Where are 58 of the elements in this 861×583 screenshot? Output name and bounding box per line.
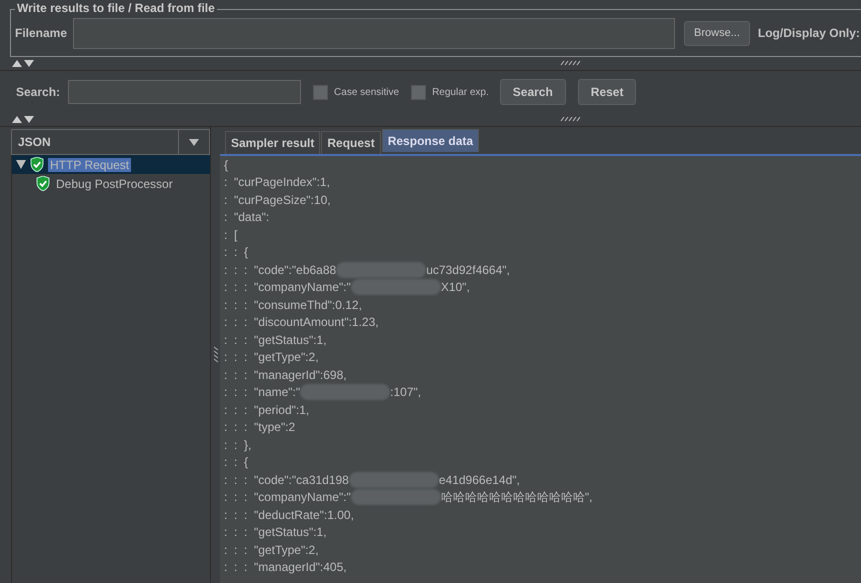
- browse-button[interactable]: Browse...: [684, 20, 750, 46]
- json-line: 哈哈哈哈哈哈哈哈哈哈哈哈",: [440, 488, 592, 506]
- json-line: : : : "name":": [224, 385, 300, 400]
- filename-label: Filename: [15, 26, 68, 40]
- json-line: : : : "getStatus":1,: [224, 332, 327, 347]
- checkbox[interactable]: [313, 84, 328, 100]
- json-line: : : : "companyName":": [224, 280, 351, 294]
- search-button[interactable]: Search: [500, 79, 566, 105]
- json-line: X10",: [440, 280, 470, 294]
- json-line: : : {: [224, 455, 248, 470]
- search-label: Search:: [16, 85, 60, 99]
- json-line: : : : "discountAmount":1.23,: [224, 315, 379, 330]
- splitter-grip-icon[interactable]: [560, 60, 580, 66]
- collapse-arrows-icon[interactable]: [12, 60, 36, 67]
- checkbox-label: Case sensitive: [334, 86, 400, 98]
- json-line: :107",: [390, 385, 422, 400]
- log-display-label: Log/Display Only:: [758, 26, 860, 40]
- shield-check-icon: [36, 176, 50, 191]
- tree-row[interactable]: HTTP Request: [12, 155, 210, 174]
- checkbox-label: Regular exp.: [432, 86, 489, 98]
- json-line: : : : "deductRate":1.00,: [224, 508, 354, 522]
- tree-row[interactable]: Debug PostProcessor: [12, 174, 210, 193]
- json-line: : [: [224, 228, 238, 242]
- json-line: : : : "companyName":": [224, 490, 351, 504]
- tree-node-label: HTTP Request: [48, 158, 132, 172]
- reset-button[interactable]: Reset: [578, 79, 636, 105]
- json-line: : : },: [224, 438, 252, 452]
- json-line: : : : "managerId":405,: [224, 560, 347, 574]
- json-line: : : : "consumeThd":0.12,: [224, 298, 362, 312]
- panel-title: Write results to file / Read from file: [15, 1, 217, 15]
- tab[interactable]: Sampler result: [225, 131, 320, 154]
- divider-grip-icon[interactable]: [214, 346, 218, 364]
- expanded-triangle-icon[interactable]: [16, 160, 26, 169]
- json-line: uc73d92f4664",: [426, 262, 510, 277]
- json-line: : : : "code":"eb6a88: [224, 262, 336, 277]
- json-line: : : : "code":"ca31d198: [224, 472, 349, 487]
- checkbox[interactable]: [411, 84, 426, 100]
- collapse-arrows-icon[interactable]: [12, 116, 36, 123]
- renderer-dropdown[interactable]: JSON: [11, 129, 210, 155]
- json-line: : "curPageIndex":1,: [224, 175, 330, 190]
- json-line: : "data":: [224, 210, 270, 224]
- json-line: : : {: [224, 245, 248, 260]
- tab[interactable]: Response data: [382, 129, 480, 152]
- json-line: : : : "managerId":698,: [224, 368, 347, 382]
- filename-field[interactable]: [73, 18, 676, 48]
- json-line: : : : "getType":2,: [224, 542, 319, 557]
- tree-node-label: Debug PostProcessor: [55, 176, 174, 190]
- json-line: {: [224, 158, 228, 172]
- search-field[interactable]: [68, 80, 302, 104]
- json-line: : : : "getStatus":1,: [224, 525, 327, 540]
- json-line: : : : "getType":2,: [224, 350, 319, 364]
- json-line: : "curPageSize":10,: [224, 192, 331, 207]
- splitter-grip-icon[interactable]: [560, 116, 580, 122]
- json-line: : : : "period":1,: [224, 402, 310, 417]
- json-line: e41d966e14d",: [438, 472, 520, 487]
- tab[interactable]: Request: [321, 131, 381, 154]
- shield-check-icon: [30, 157, 44, 172]
- json-line: : : : "type":2: [224, 420, 296, 434]
